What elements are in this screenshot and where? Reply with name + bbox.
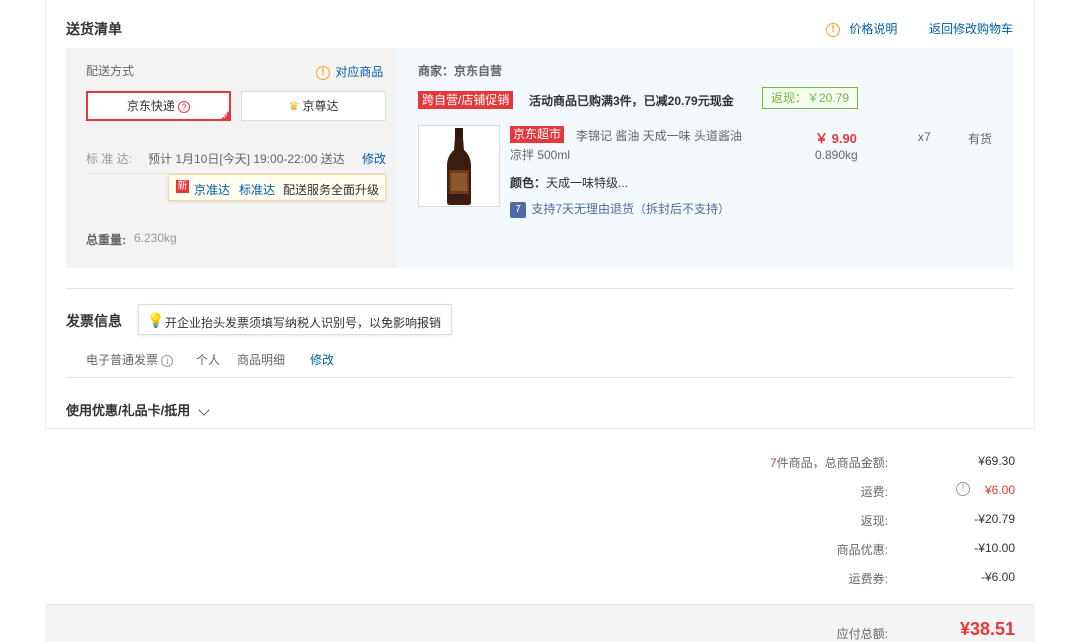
product-weight: 0.890kg [815,148,858,162]
related-goods-link[interactable]: ! 对应商品 [316,63,383,80]
freight-label: 运费: [860,485,888,499]
item-count-suffix: 件商品，总商品金额: [776,456,888,470]
invoice-title: 发票信息 [66,313,122,329]
invoice-tip-text: 开企业抬头发票须填写纳税人识别号，以免影响报销 [165,316,442,330]
shipping-option-label: 京尊达 [302,99,339,113]
soy-sauce-bottle-icon [447,128,471,205]
shipping-option-jd-express[interactable]: 京东快递 ? ✓ [86,91,231,121]
chevron-down-icon [197,404,210,416]
invoice-tip: 💡 开企业抬头发票须填写纳税人识别号，以免影响报销 [138,304,452,335]
related-goods-label: 对应商品 [335,65,384,79]
schedule-value: 预计 1月10日[今天] 19:00-22:00 送达 [148,152,345,166]
jd-zhunda-link[interactable]: 京准达 [194,181,230,198]
invoice-modify-link[interactable]: 修改 [310,351,334,368]
invoice-type-label: 电子普通发票 [86,353,159,367]
shipping-option-label: 京东快递 [126,99,175,113]
promo-tag: 跨自营/店铺促销 [418,91,514,109]
info-icon[interactable]: i [161,354,174,367]
rebate-value: -¥20.79 [974,512,1015,526]
item-count: 7 [769,456,777,470]
schedule-modify-link[interactable]: 修改 [362,150,386,167]
product-qty: x7 [918,130,931,144]
divider [66,288,1014,289]
product-image[interactable] [418,125,500,207]
summary-count-label: 7件商品，总商品金额: [688,454,888,471]
goods-discount-value: -¥10.00 [974,541,1015,555]
product-stock: 有货 [968,132,993,146]
product-price: ￥ 9.90 [815,131,857,146]
payable-value: ¥38.51 [959,619,1015,639]
price-note-link[interactable]: ! 价格说明 [826,20,897,37]
price-note-label: 价格说明 [849,22,898,36]
merchant-label: 商家：京东自营 [418,64,503,78]
schedule-label: 标 准 达: [86,152,133,166]
delivery-upgrade-tip: 新 京准达 标准达 配送服务全面升级 [168,174,386,201]
rebate-badge: 返现：￥20.79 [762,87,859,109]
freight-value: ¥6.00 [984,483,1015,497]
promo-text: 活动商品已购满3件，已减20.79元现金 [529,94,734,108]
total-goods-value: ¥69.30 [978,454,1015,468]
color-label: 颜色： [510,176,547,190]
check-icon: ✓ [222,112,229,121]
divider [66,377,1014,378]
product-color: 颜色：天成一味特级... [510,174,628,191]
color-value: 天成一味特级... [546,176,629,190]
crown-icon: ♛ [288,99,300,113]
freight-coupon-label: 运费券: [848,572,888,586]
discount-title: 使用优惠/礼品卡/抵用 [66,403,191,418]
weight-value: 6.230kg [134,231,177,245]
goods-discount-label: 商品优惠: [836,543,888,557]
discount-toggle[interactable]: 使用优惠/礼品卡/抵用 [66,400,210,419]
return-text: 支持7天无理由退货（拆封后不支持） [531,202,731,216]
back-to-cart-link[interactable]: 返回修改购物车 [929,20,1013,37]
weight-label: 总重量: [86,233,126,247]
standard-link[interactable]: 标准达 [239,181,275,198]
return-policy: 7 支持7天无理由退货（拆封后不支持） [510,200,730,218]
new-badge: 新 [176,180,189,193]
rebate-label: 返现: [860,514,888,528]
freight-coupon-value: -¥6.00 [980,570,1015,584]
seven-day-return-icon: 7 [510,201,526,218]
invoice-type: 电子普通发票 i [86,351,174,368]
product-name-link[interactable]: 李锦记 酱油 天成一味 头道酱油 凉拌 500ml [510,127,750,165]
section-title: 送货清单 [66,21,122,37]
info-icon: ! [316,65,330,80]
tip-text: 配送服务全面升级 [283,183,380,197]
shipping-option-jd-zunda[interactable]: ♛ 京尊达 [241,91,386,121]
shipping-method-label: 配送方式 [86,64,135,78]
help-icon[interactable]: ? [178,100,191,113]
info-icon: ! [826,22,840,37]
invoice-detail: 商品明细 [237,353,286,367]
invoice-personal: 个人 [196,353,221,367]
payable-label: 应付总额: [836,627,888,641]
lightbulb-icon: 💡 [147,312,165,328]
